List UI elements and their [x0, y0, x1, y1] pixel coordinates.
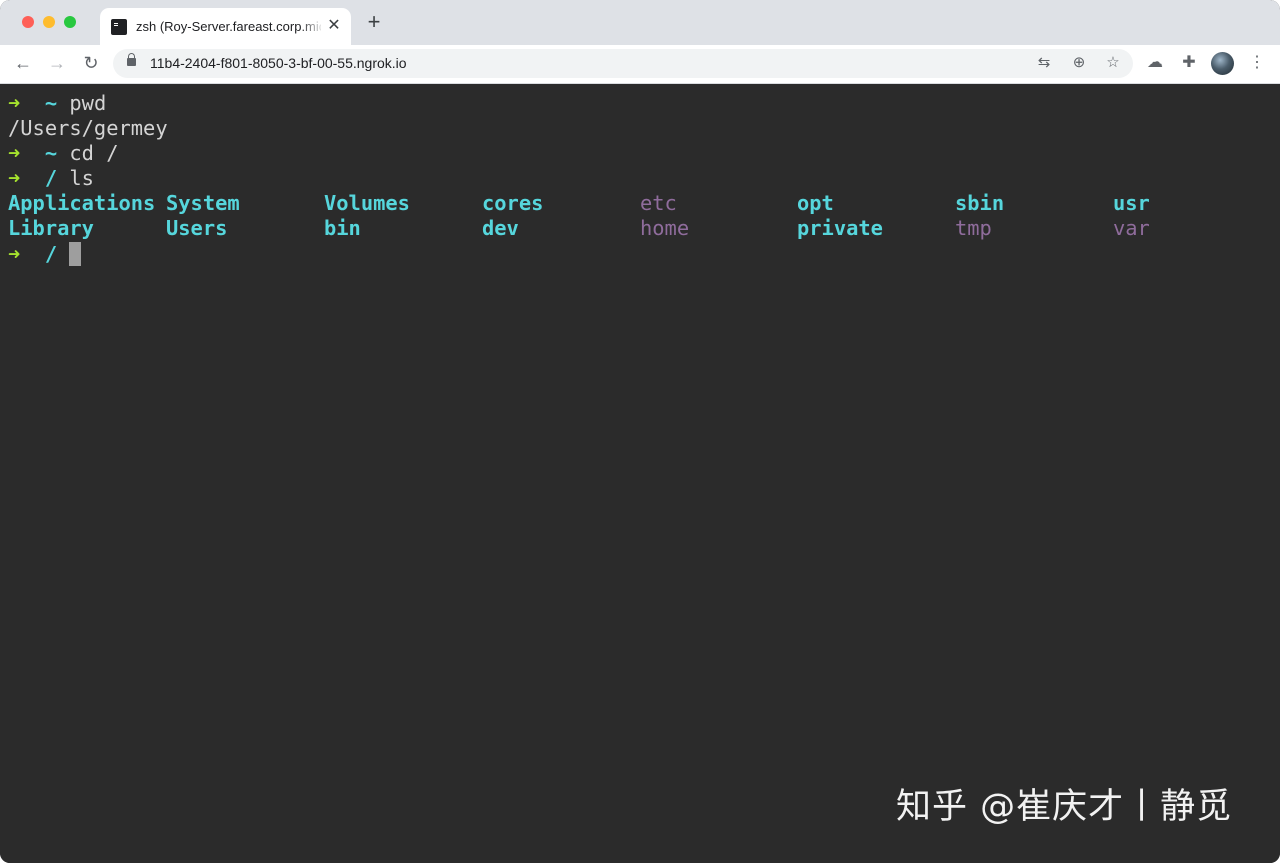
terminal-screen[interactable]: ➜ ~ pwd /Users/germey ➜ ~ cd / ➜ / ls Ap…: [0, 84, 1280, 863]
star-icon[interactable]: ☆: [1102, 52, 1124, 74]
tab-zsh[interactable]: zsh (Roy-Server.fareast.corp.microsoft.c…: [100, 8, 351, 45]
ls-entry: Applications: [8, 191, 156, 215]
command-text: ls: [69, 166, 94, 190]
command-text: pwd: [69, 91, 107, 115]
ls-entry: etc: [640, 191, 677, 215]
ls-entry: dev: [482, 216, 519, 240]
menu-icon[interactable]: ⋮: [1246, 52, 1268, 74]
close-window-button[interactable]: [22, 16, 34, 28]
watermark-text: 知乎 @崔庆才丨静觅: [896, 787, 1233, 827]
prompt-arrow: ➜: [8, 242, 21, 266]
prompt-arrow: ➜: [8, 141, 21, 165]
profile-avatar[interactable]: [1211, 52, 1234, 75]
text-cursor: [69, 242, 82, 266]
prompt-cwd: ~: [44, 141, 58, 165]
translate-icon[interactable]: ⇆: [1033, 52, 1055, 74]
zoom-window-button[interactable]: [64, 16, 76, 28]
ls-entry: tmp: [955, 216, 992, 240]
back-button[interactable]: ←: [11, 51, 35, 75]
terminal-line: ➜ ~ cd /: [8, 141, 119, 166]
minimize-window-button[interactable]: [43, 16, 55, 28]
ls-entry: cores: [482, 191, 544, 215]
ls-entry: private: [797, 216, 883, 240]
tab-strip: zsh (Roy-Server.fareast.corp.microsoft.c…: [0, 0, 1280, 45]
tab-title: zsh (Roy-Server.fareast.corp.microsoft.c…: [136, 19, 321, 34]
address-bar[interactable]: 11b4-2404-f801-8050-3-bf-00-55.ngrok.io …: [113, 49, 1133, 78]
prompt-cwd: /: [44, 166, 58, 190]
prompt-arrow: ➜: [8, 166, 21, 190]
close-icon[interactable]: ✕: [326, 18, 342, 34]
browser-window: zsh (Roy-Server.fareast.corp.microsoft.c…: [0, 0, 1280, 863]
ls-entry: Library: [8, 216, 94, 240]
prompt-cwd: /: [44, 242, 58, 266]
ls-entry: Volumes: [324, 191, 410, 215]
cloud-icon[interactable]: ☁: [1144, 52, 1166, 74]
ls-entry: System: [166, 191, 240, 215]
command-text: cd /: [69, 141, 119, 165]
ls-entry: home: [640, 216, 690, 240]
browser-toolbar: ← → ↻ 11b4-2404-f801-8050-3-bf-00-55.ngr…: [0, 45, 1280, 84]
ls-entry: opt: [797, 191, 834, 215]
terminal-line: ➜ ~ pwd: [8, 91, 106, 116]
ls-entry: usr: [1113, 191, 1150, 215]
terminal-output: /Users/germey: [8, 116, 168, 140]
prompt-cwd: ~: [44, 91, 58, 115]
terminal-icon: [111, 19, 127, 35]
url-text[interactable]: 11b4-2404-f801-8050-3-bf-00-55.ngrok.io: [150, 55, 407, 72]
extensions-icon[interactable]: ✚: [1178, 52, 1200, 74]
prompt-arrow: ➜: [8, 91, 21, 115]
reload-button[interactable]: ↻: [79, 51, 103, 75]
terminal-line: ➜ / ls: [8, 166, 94, 191]
ls-entry: var: [1113, 216, 1150, 240]
forward-button[interactable]: →: [45, 51, 69, 75]
new-tab-button[interactable]: +: [363, 11, 385, 34]
tab-title-fade: [300, 16, 324, 36]
ls-entry: sbin: [955, 191, 1005, 215]
lock-icon[interactable]: [127, 53, 136, 66]
ls-entry: Users: [166, 216, 228, 240]
ls-entry: bin: [324, 216, 361, 240]
zoom-icon[interactable]: ⊕: [1068, 52, 1090, 74]
terminal-line: ➜ /: [8, 242, 82, 267]
